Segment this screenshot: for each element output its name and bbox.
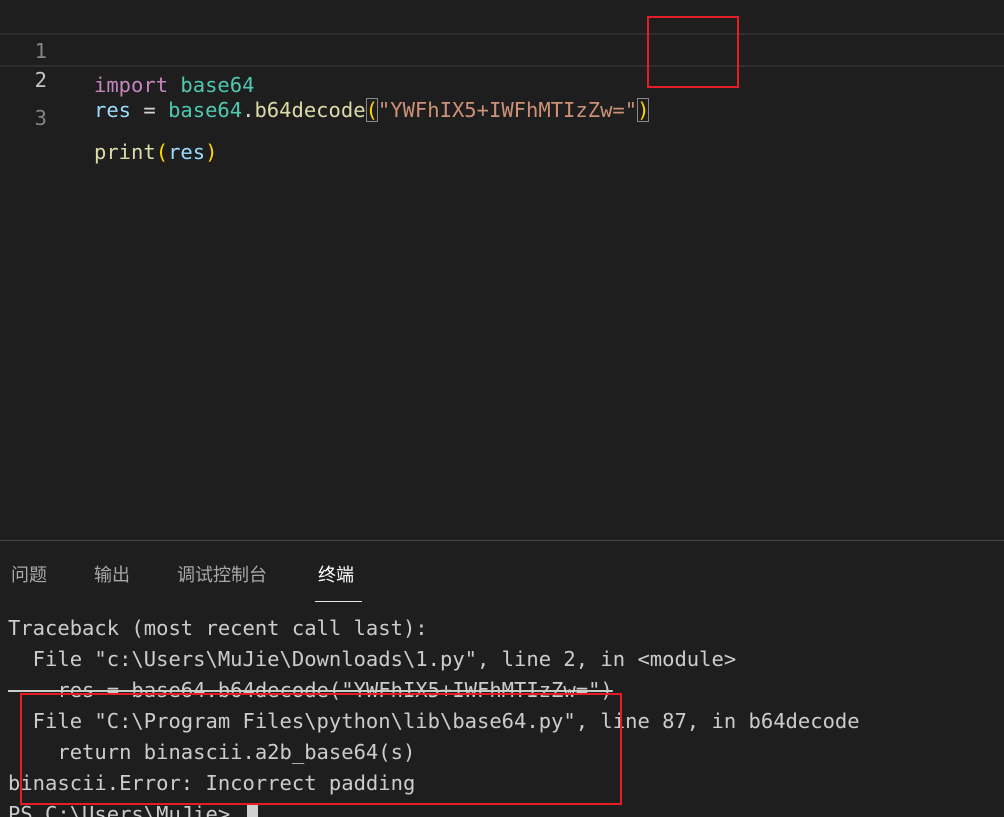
terminal-line: File "c:\Users\MuJie\Downloads\1.py", li… — [8, 647, 737, 671]
terminal-prompt: PS C:\Users\MuJie> — [8, 802, 243, 817]
panel-tabs: 问题 输出 调试控制台 终端 — [0, 541, 1004, 603]
code-text[interactable]: print(res) — [94, 135, 217, 169]
code-line-3[interactable]: 3 print(res) — [0, 67, 1004, 164]
tab-terminal[interactable]: 终端 — [318, 561, 354, 601]
string-token: "YWFhIX5+IWFhMTIzZw=" — [377, 98, 638, 122]
terminal-line: res = base64.b64decode("YWFhIX5+IWFhMTIz… — [8, 678, 613, 702]
terminal-line: Traceback (most recent call last): — [8, 616, 428, 640]
terminal-output[interactable]: Traceback (most recent call last): File … — [0, 613, 1004, 817]
open-paren-token: ( — [155, 140, 169, 164]
variable-token: res — [168, 140, 206, 164]
tab-debug-console[interactable]: 调试控制台 — [177, 561, 267, 601]
line-number: 3 — [34, 106, 47, 130]
tab-problems[interactable]: 问题 — [11, 561, 47, 601]
dot-token: . — [242, 98, 255, 122]
tab-output[interactable]: 输出 — [94, 561, 130, 601]
active-tab-indicator — [315, 601, 362, 602]
function-token: b64decode — [254, 98, 366, 122]
vscode-window: 1 import base64 2 res = base64.b64decode… — [0, 0, 1004, 817]
code-line-2[interactable]: 2 res = base64.b64decode("YWFhIX5+IWFhMT… — [0, 33, 1004, 122]
close-paren-token: ) — [637, 98, 650, 122]
terminal-line: binascii.Error: Incorrect padding — [8, 771, 416, 795]
close-paren-token: ) — [205, 140, 218, 164]
bottom-panel: 问题 输出 调试控制台 终端 Traceback (most recent ca… — [0, 540, 1004, 817]
open-paren-token: ( — [365, 98, 378, 122]
terminal-line: return binascii.a2b_base64(s) — [8, 740, 416, 764]
code-line-1[interactable]: 1 import base64 — [0, 0, 1004, 97]
code-editor[interactable]: 1 import base64 2 res = base64.b64decode… — [0, 0, 1004, 540]
terminal-cursor — [246, 804, 258, 817]
variable-token: res — [94, 98, 132, 122]
module-token: base64 — [168, 98, 243, 122]
operator-token: = — [131, 98, 169, 122]
terminal-prompt-line[interactable]: PS C:\Users\MuJie> — [8, 799, 258, 817]
terminal-line: File "C:\Program Files\python\lib\base64… — [8, 709, 860, 733]
function-token: print — [94, 140, 156, 164]
